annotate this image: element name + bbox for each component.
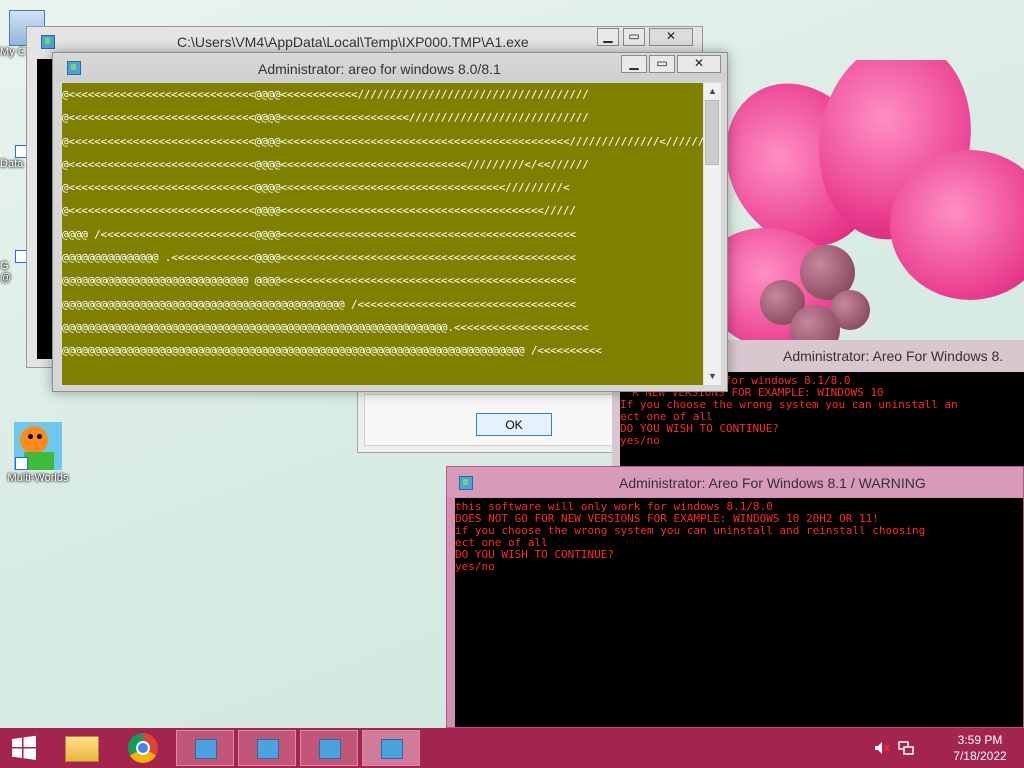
console-line: @@@@ /<<<<<<<<<<<<<<<<<<<<<<<<@@@@<<<<<<… <box>62 227 576 241</box>
console-line: DO YOU WISH TO CONTINUE? <box>455 549 614 561</box>
maximize-button[interactable]: ▭ <box>649 55 675 73</box>
console-line: @@@@@@@@@@@@@@@@@@@@@@@@@@@@@@@@@@@@@@@@… <box>62 344 602 358</box>
app-icon <box>381 739 403 759</box>
folder-icon <box>65 736 99 762</box>
window-titlebar[interactable]: Administrator: Areo For Windows 8.1 / WA… <box>447 467 1023 497</box>
window-areo-warning[interactable]: Administrator: Areo For Windows 8.1 / WA… <box>446 466 1024 728</box>
taskbar-app-4[interactable] <box>362 730 420 766</box>
window-title: C:\Users\VM4\AppData\Local\Temp\IXP000.T… <box>177 34 529 50</box>
clock-time: 3:59 PM <box>957 733 1003 747</box>
console-line: yes/no <box>620 435 660 447</box>
close-button[interactable]: ✕ <box>677 55 721 73</box>
app-icon <box>257 739 279 759</box>
window-areo-main[interactable]: Administrator: areo for windows 8.0/8.1 … <box>52 52 728 392</box>
app-icon <box>195 739 217 759</box>
window-titlebar[interactable]: Administrator: areo for windows 8.0/8.1 … <box>53 53 727 81</box>
console-line: @<<<<<<<<<<<<<<<<<<<<<<<<<<<<<@@@@<<<<<<… <box>62 204 576 218</box>
vertical-scrollbar[interactable]: ▲ ▼ <box>703 83 721 385</box>
console-line: @@@@@@@@@@@@@@@@@@@@@@@@@@@@@@@@@@@@@@@@… <box>62 320 589 334</box>
wallpaper-flower <box>720 60 1024 360</box>
console-line: @@@@@@@@@@@@@@@@@@@@@@@@@@@@@ @@@@<<<<<<… <box>62 274 576 288</box>
minimize-button[interactable]: ▁ <box>621 55 647 73</box>
app-icon <box>41 35 55 49</box>
taskbar-file-explorer[interactable] <box>52 730 110 766</box>
console-line: @<<<<<<<<<<<<<<<<<<<<<<<<<<<<<@@@@<<<<<<… <box>62 88 589 101</box>
console-line: yes/no <box>455 561 495 573</box>
desktop-icon-multi-worlds[interactable]: Multi-Worlds <box>3 422 73 484</box>
console-line: @<<<<<<<<<<<<<<<<<<<<<<<<<<<<<@@@@<<<<<<… <box>62 157 589 171</box>
console-line: If you choose the wrong system you can u… <box>620 399 958 411</box>
console-area: @<<<<<<<<<<<<<<<<<<<<<<<<<<<<<@@@@<<<<<<… <box>62 83 703 385</box>
shortcut-arrow-icon <box>15 457 28 470</box>
taskbar-app-2[interactable] <box>238 730 296 766</box>
taskbar: 3:59 PM 7/18/2022 <box>0 728 1024 768</box>
console-line: @@@@@@@@@@@@@@@ .<<<<<<<<<<<<<@@@@<<<<<<… <box>62 251 576 265</box>
window-title: Administrator: Areo For Windows 8. <box>783 348 1004 364</box>
network-icon[interactable] <box>898 741 914 755</box>
console-line: @<<<<<<<<<<<<<<<<<<<<<<<<<<<<<@@@@<<<<<<… <box>62 134 703 148</box>
console-area: this software will only work for windows… <box>455 498 1023 727</box>
chrome-icon <box>128 733 158 763</box>
taskbar-app-1[interactable] <box>176 730 234 766</box>
console-line: @<<<<<<<<<<<<<<<<<<<<<<<<<<<<<@@@@<<<<<<… <box>62 181 570 195</box>
console-line: ect one of all <box>620 411 713 423</box>
ok-button[interactable]: OK <box>476 413 552 436</box>
console-line: this software will only work for windows… <box>455 501 773 513</box>
app-icon <box>459 476 473 490</box>
scroll-down-arrow-icon[interactable]: ▼ <box>704 368 721 385</box>
maximize-button[interactable]: ▭ <box>623 28 645 46</box>
console-line: ect one of all <box>455 537 548 549</box>
scrollbar-thumb[interactable] <box>705 100 719 165</box>
console-line: DO YOU WISH TO CONTINUE? <box>620 423 779 435</box>
window-title: Administrator: areo for windows 8.0/8.1 <box>258 61 501 77</box>
desktop-icon-label: Multi-Worlds <box>7 472 69 484</box>
console-line: @@@@@@@@@@@@@@@@@@@@@@@@@@@@@@@@@@@@@@@@… <box>62 297 576 311</box>
taskbar-app-3[interactable] <box>300 730 358 766</box>
clock[interactable]: 3:59 PM 7/18/2022 <box>940 732 1020 764</box>
console-line: if you choose the wrong system you can u… <box>455 525 926 537</box>
minimize-button[interactable]: ▁ <box>597 28 619 46</box>
app-icon <box>67 61 81 75</box>
console-line: @<<<<<<<<<<<<<<<<<<<<<<<<<<<<<@@@@<<<<<<… <box>62 111 589 125</box>
app-icon <box>319 739 341 759</box>
close-button[interactable]: ✕ <box>649 28 693 46</box>
volume-muted-icon[interactable] <box>874 741 890 755</box>
taskbar-chrome[interactable] <box>114 730 172 766</box>
dialog-window[interactable]: OK <box>357 385 617 453</box>
window-title: Administrator: Areo For Windows 8.1 / WA… <box>619 475 926 491</box>
window-titlebar[interactable]: C:\Users\VM4\AppData\Local\Temp\IXP000.T… <box>27 27 702 55</box>
start-button[interactable] <box>0 730 48 766</box>
clock-date: 7/18/2022 <box>953 749 1007 763</box>
windows-logo-icon <box>12 735 36 760</box>
scroll-up-arrow-icon[interactable]: ▲ <box>704 83 721 100</box>
console-line: DOES NOT GO FOR NEW VERSIONS FOR EXAMPLE… <box>455 513 879 525</box>
